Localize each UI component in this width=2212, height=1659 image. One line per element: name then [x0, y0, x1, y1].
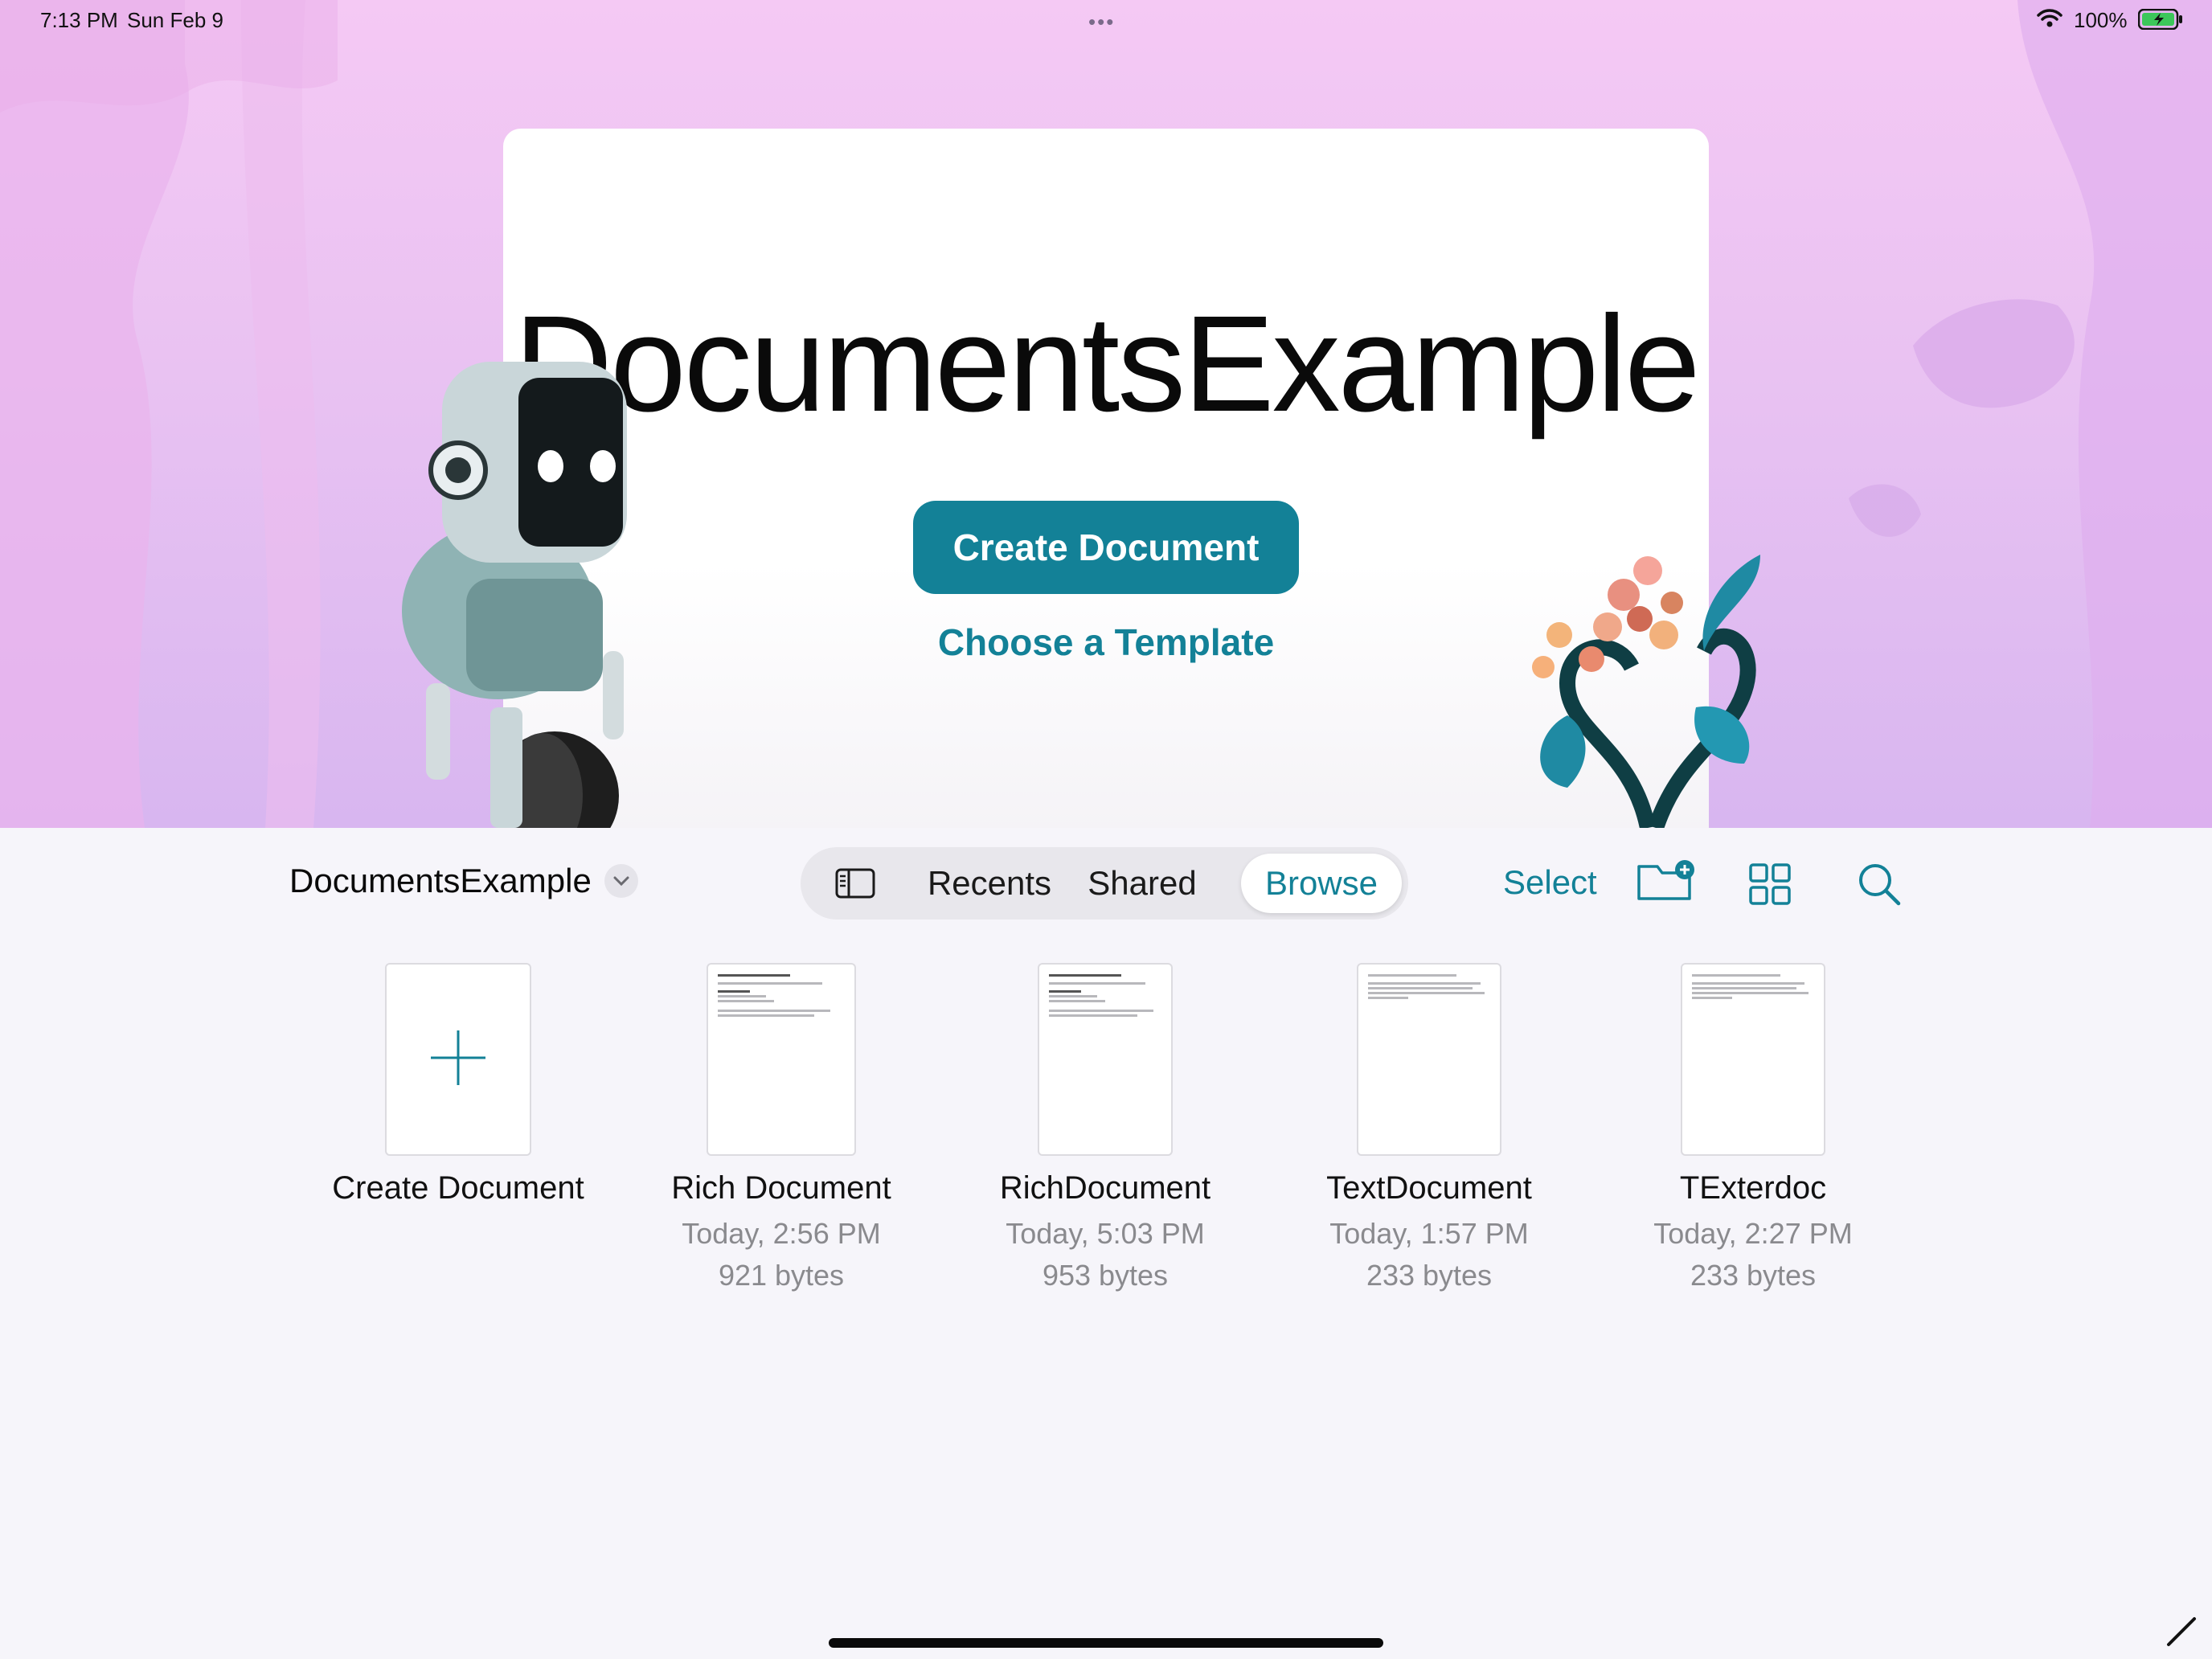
robot-illustration	[402, 362, 627, 828]
plant-illustration	[1532, 555, 1760, 828]
home-indicator[interactable]	[829, 1638, 1383, 1648]
select-button[interactable]: Select	[1503, 863, 1597, 902]
document-tile-create[interactable]: Create Document	[313, 963, 603, 1206]
battery-percentage: 100%	[2074, 8, 2128, 32]
document-tile[interactable]: TextDocument Today, 1:57 PM 233 bytes	[1284, 963, 1574, 1296]
document-name: Create Document	[332, 1170, 584, 1206]
document-size: 233 bytes	[1366, 1259, 1493, 1292]
launch-hero: DocumentsExample Create Document Choose …	[0, 0, 2212, 828]
document-name: TextDocument	[1326, 1170, 1532, 1206]
chevron-down-icon[interactable]	[604, 864, 638, 898]
tab-browse[interactable]: Browse	[1241, 854, 1402, 913]
document-thumbnail[interactable]	[707, 963, 856, 1156]
document-thumbnail[interactable]	[1038, 963, 1173, 1156]
location-title-label: DocumentsExample	[289, 862, 592, 899]
pencil-icon[interactable]	[2165, 1616, 2198, 1652]
document-tile[interactable]: RichDocument Today, 5:03 PM 953 bytes	[961, 963, 1250, 1296]
status-time: 7:13 PM	[40, 8, 118, 32]
location-title[interactable]: DocumentsExample	[289, 862, 638, 900]
plus-icon	[429, 1029, 487, 1091]
document-size: 953 bytes	[1042, 1259, 1169, 1292]
choose-template-link[interactable]: Choose a Template	[884, 621, 1328, 664]
document-name: RichDocument	[999, 1170, 1211, 1206]
document-date: Today, 2:56 PM	[682, 1217, 881, 1250]
new-folder-icon[interactable]	[1636, 858, 1698, 907]
document-size: 921 bytes	[718, 1259, 845, 1292]
grid-view-icon[interactable]	[1749, 863, 1791, 909]
sidebar-icon[interactable]	[817, 847, 894, 920]
browser-segmented-control: Recents Shared Browse	[801, 847, 1408, 920]
document-date: Today, 1:57 PM	[1329, 1217, 1529, 1250]
document-date: Today, 2:27 PM	[1653, 1217, 1853, 1250]
document-size: 233 bytes	[1690, 1259, 1817, 1292]
document-name: TExterdoc	[1679, 1170, 1827, 1206]
multitasking-dots[interactable]: •••	[1088, 10, 1115, 35]
tab-shared[interactable]: Shared	[1074, 847, 1210, 920]
status-bar: 7:13 PM Sun Feb 9 ••• 100%	[0, 0, 2212, 39]
create-document-button[interactable]: Create Document	[913, 501, 1299, 594]
battery-icon	[2137, 8, 2183, 35]
document-tile[interactable]: TExterdoc Today, 2:27 PM 233 bytes	[1608, 963, 1898, 1296]
document-name: Rich Document	[671, 1170, 891, 1206]
tab-recents[interactable]: Recents	[913, 847, 1066, 920]
document-tile[interactable]: Rich Document Today, 2:56 PM 921 bytes	[637, 963, 926, 1296]
document-date: Today, 5:03 PM	[1006, 1217, 1205, 1250]
create-document-thumbnail[interactable]	[385, 963, 531, 1156]
documents-browser: DocumentsExample Create Document Choose …	[0, 0, 2212, 1659]
document-thumbnail[interactable]	[1357, 963, 1501, 1156]
search-icon[interactable]	[1857, 862, 1902, 911]
status-date: Sun Feb 9	[127, 8, 223, 32]
wifi-icon	[2037, 8, 2062, 33]
document-thumbnail[interactable]	[1681, 963, 1825, 1156]
